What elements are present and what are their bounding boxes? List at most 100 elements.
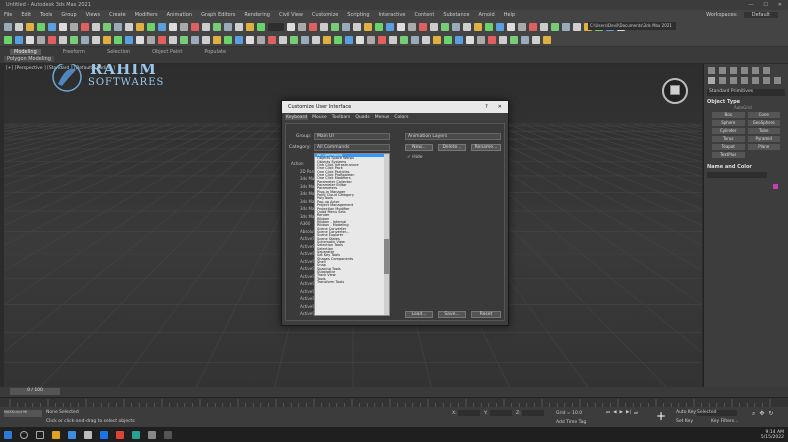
dialog-tab[interactable]: Toolbars [331,115,352,120]
menu-item[interactable]: Content [414,12,434,18]
menu-item[interactable]: Scripting [347,12,369,18]
toolbar-tool-icon[interactable] [364,23,372,31]
play-icon[interactable]: ▶ [620,410,623,416]
rename-button[interactable]: Rename... [471,144,501,151]
app-icon[interactable] [164,430,172,439]
dialog-tab[interactable]: Keyboard [285,115,309,120]
toolbar-tool-icon[interactable] [37,36,45,44]
menu-item[interactable]: Group [61,12,76,18]
toolbar-tool-icon[interactable] [507,23,515,31]
shapes-icon[interactable] [719,77,726,84]
dialog-tab[interactable]: Mouse [311,115,328,120]
toolbar-tool-icon[interactable] [70,36,78,44]
menu-item[interactable]: Animation [167,12,193,18]
toolbar-tool-icon[interactable] [81,23,89,31]
toolbar-tool-icon[interactable] [389,36,397,44]
menu-item[interactable]: Customize [312,12,338,18]
track-bar[interactable] [0,397,788,407]
store-icon[interactable] [84,430,92,439]
menu-item[interactable]: Edit [21,12,31,18]
ribbon-tab[interactable]: Freeform [63,49,85,55]
toolbar-tool-icon[interactable] [125,23,133,31]
pan-icon[interactable]: ✥ [759,410,764,418]
toolbar-tool-icon[interactable] [408,23,416,31]
start-icon[interactable] [4,430,12,439]
app-icon[interactable] [148,430,156,439]
action-list-item[interactable]: ActiveS [300,274,315,279]
dialog-close-icon[interactable]: ✕ [498,104,502,110]
object-type-button[interactable]: Cylinder [712,128,745,134]
hide-checkbox[interactable]: ✓ Hide [407,155,422,160]
toolbar-tool-icon[interactable] [246,23,254,31]
group-select[interactable]: Main UI [314,133,390,140]
load-button[interactable]: Load... [405,311,433,318]
toolbar-tool-icon[interactable] [15,36,23,44]
mail-icon[interactable] [100,430,108,439]
toolbar-tool-icon[interactable] [169,23,177,31]
action-list-item[interactable]: ActiveS [300,266,315,271]
toolbar-tool-icon[interactable] [224,23,232,31]
menu-item[interactable]: Arnold [478,12,494,18]
toolbar-tool-icon[interactable] [485,23,493,31]
toolbar-tool-icon[interactable] [444,36,452,44]
ribbon-tab[interactable]: Selection [107,49,130,55]
toolbar-tool-icon[interactable] [287,23,295,31]
create-tab-icon[interactable] [708,67,715,74]
toolbar-tool-icon[interactable] [419,23,427,31]
set-key-button[interactable]: Set Key [676,419,693,424]
toolbar-tool-icon[interactable] [334,36,342,44]
toolbar-tool-icon[interactable] [15,23,23,31]
object-type-button[interactable]: Torus [712,136,745,142]
toolbar-tool-icon[interactable] [114,36,122,44]
toolbar-tool-icon[interactable] [342,23,350,31]
object-type-button[interactable]: Pyramid [747,136,780,142]
toolbar-tool-icon[interactable] [70,23,78,31]
toolbar-tool-icon[interactable] [26,23,34,31]
toolbar-tool-icon[interactable] [246,36,254,44]
dropdown-scroll-thumb[interactable] [384,239,389,274]
menu-item[interactable]: Modifiers [135,12,158,18]
motion-tab-icon[interactable] [741,67,748,74]
toolbar-tool-icon[interactable] [521,36,529,44]
action-list-item[interactable]: ActiveS [300,244,315,249]
toolbar-tool-icon[interactable] [213,36,221,44]
action-list-item[interactable]: A360 [300,221,310,226]
y-coordinate-field[interactable] [490,410,512,416]
workspaces-select[interactable]: Default [743,11,778,18]
display-tab-icon[interactable] [752,67,759,74]
toolbar-tool-icon[interactable] [213,23,221,31]
utilities-tab-icon[interactable] [763,67,770,74]
orbit-icon[interactable]: ↻ [768,410,773,418]
toolbar-tool-icon[interactable] [191,23,199,31]
toolbar-tool-icon[interactable] [353,23,361,31]
action-list-item[interactable]: ActiveS [300,236,315,241]
go-to-start-icon[interactable]: ⏮ [606,410,610,416]
toolbar-tool-icon[interactable] [452,23,460,31]
z-coordinate-field[interactable] [522,410,544,416]
minimize-icon[interactable]: — [748,2,753,8]
name-color-header[interactable]: Name and Color [707,164,785,170]
toolbar-tool-icon[interactable] [518,23,526,31]
toolbar-tool-icon[interactable] [59,23,67,31]
action-list-item[interactable]: ActiveS [300,251,315,256]
toolbar-tool-icon[interactable] [562,23,570,31]
dialog-tab[interactable]: Colors [393,115,409,120]
toolbar-tool-icon[interactable] [422,36,430,44]
toolbar-tool-icon[interactable] [323,36,331,44]
toolbar-tool-icon[interactable] [312,36,320,44]
selection-filter-select[interactable] [268,23,284,31]
toolbar-tool-icon[interactable] [488,36,496,44]
toolbar-tool-icon[interactable] [386,23,394,31]
primitive-type-select[interactable]: Standard Primitives [707,89,785,96]
object-type-button[interactable]: Teapot [712,144,745,150]
toolbar-tool-icon[interactable] [441,23,449,31]
toolbar-tool-icon[interactable] [224,36,232,44]
toolbar-tool-icon[interactable] [400,36,408,44]
toolbar-tool-icon[interactable] [92,36,100,44]
maximize-icon[interactable]: ☐ [763,2,767,8]
spacewarps-icon[interactable] [763,77,770,84]
toolbar-tool-icon[interactable] [573,23,581,31]
hierarchy-tab-icon[interactable] [730,67,737,74]
toolbar-tool-icon[interactable] [543,36,551,44]
action-list-item[interactable]: ActiveS [300,259,315,264]
